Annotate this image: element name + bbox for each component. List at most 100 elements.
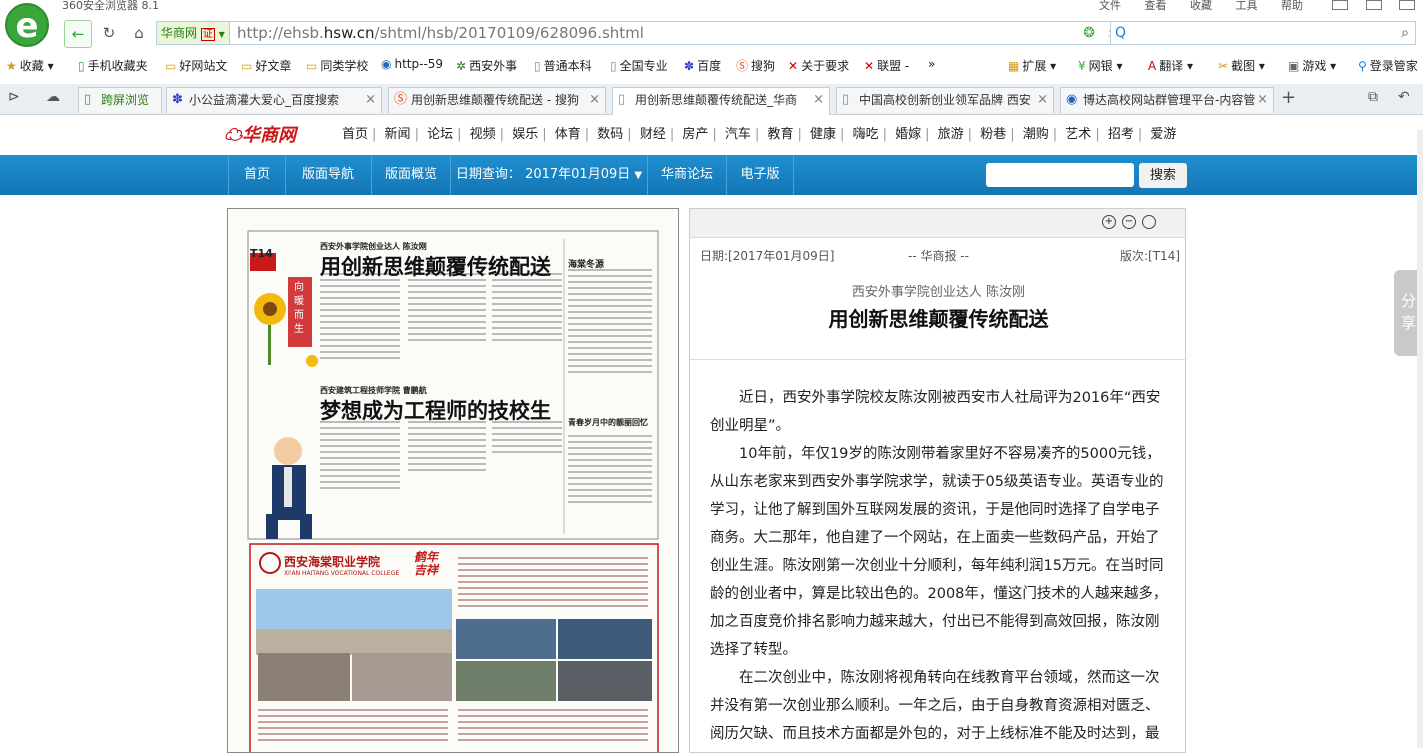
topnav-item[interactable]: 健康 [806, 123, 840, 142]
url-text[interactable]: http://ehsb.hsw.cn/shtml/hsb/20170109/62… [237, 22, 644, 44]
close-tab-icon[interactable]: × [813, 88, 824, 112]
search-engine-icon[interactable]: Q [1115, 25, 1126, 41]
article-headline: 用创新思维颠覆传统配送 [828, 307, 1049, 331]
site-search-button[interactable]: 搜索 [1139, 163, 1187, 188]
bookmark-http[interactable]: ◉ http--59 [381, 57, 443, 71]
bookmark-xisu[interactable]: ✲ 西安外事 [456, 57, 517, 74]
menu-favorites[interactable]: 收藏 [1190, 0, 1212, 12]
more-bookmarks-icon[interactable]: » [928, 57, 935, 71]
gamepad-icon: ▣ [1288, 59, 1300, 73]
undo-close-icon[interactable]: ↶ [1398, 89, 1410, 105]
nav-date-picker[interactable]: 日期查询： 2017年01月09日 ▼ [451, 155, 648, 195]
minimize-button[interactable] [1332, 0, 1348, 10]
zoom-out-icon[interactable]: − [1122, 215, 1136, 229]
page-scrollbar[interactable] [1417, 130, 1423, 748]
tab-active-article[interactable]: ▯ 用创新思维颠覆传统配送_华商 × [612, 87, 830, 115]
tab-sogou[interactable]: Ⓢ 用创新思维颠覆传统配送 - 搜狗 × [388, 87, 606, 113]
bookmark-baidu[interactable]: ✽ 百度 [684, 57, 721, 74]
topnav-item[interactable]: 娱乐 [508, 123, 542, 142]
chevron-down-icon: ▼ [218, 30, 225, 39]
topnav-item[interactable]: 嗨吃 [849, 123, 883, 142]
article-paragraph: 10年前，年仅19岁的陈汝刚带着家里好不容易凑齐的5000元钱，从山东老家来到西… [710, 446, 1168, 658]
tab-boda[interactable]: ◉ 博达高校网站群管理平台-内容管 × [1060, 87, 1274, 113]
topnav-item[interactable]: 婚嫁 [891, 123, 925, 142]
page-icon: ▯ [610, 59, 617, 73]
college-name: 西安海棠职业学院 [284, 555, 381, 569]
tab-list-icon[interactable]: ⧉ [1368, 89, 1378, 105]
browser-logo-icon: e [5, 3, 49, 47]
home-button[interactable]: ⌂ [126, 20, 152, 46]
tab-cross-screen[interactable]: ▯ 跨屏浏览 [78, 87, 162, 113]
cloud-icon[interactable]: ☁ [46, 89, 60, 105]
nav-layout[interactable]: 版面导航 ▼ [285, 155, 372, 204]
zoom-in-icon[interactable]: + [1102, 215, 1116, 229]
refresh-button[interactable]: ↻ [96, 20, 122, 46]
extensions-button[interactable]: ▦ 扩展 ▾ [1008, 57, 1056, 74]
bookmark-alliance[interactable]: ✕ 联盟 - [864, 57, 909, 74]
translate-button[interactable]: A 翻译 ▾ [1148, 57, 1193, 74]
site-search-input[interactable] [986, 163, 1134, 187]
bookmark-sogou[interactable]: Ⓢ 搜狗 [736, 57, 775, 74]
topnav-item[interactable]: 艺术 [1061, 123, 1095, 142]
site-logo[interactable]: ☁华商网 [224, 121, 296, 147]
close-tab-icon[interactable]: × [1257, 88, 1268, 112]
bookmark-folder-1[interactable]: ▭ 好网站文 [165, 57, 227, 74]
topnav-item[interactable]: 教育 [763, 123, 797, 142]
new-tab-button[interactable]: + [1281, 87, 1296, 108]
topnav-item[interactable]: 论坛 [423, 123, 457, 142]
menu-help[interactable]: 帮助 [1281, 0, 1303, 12]
sidebar-toggle-icon[interactable]: ⊳ [8, 89, 20, 105]
search-box[interactable]: Q ⌕ [1110, 21, 1416, 45]
screenshot-button[interactable]: ✂ 截图 ▾ [1218, 57, 1265, 74]
nav-overview[interactable]: 版面概览 [372, 155, 451, 195]
bookmark-undergrad[interactable]: ▯ 普通本科 [534, 57, 592, 74]
topnav-item[interactable]: 旅游 [934, 123, 968, 142]
topnav-item[interactable]: 视频 [466, 123, 500, 142]
bookmark-folder-3[interactable]: ▭ 同类学校 [306, 57, 368, 74]
menu-tools[interactable]: 工具 [1236, 0, 1258, 12]
nav-epaper[interactable]: 电子版 [727, 155, 794, 195]
topnav-item[interactable]: 汽车 [721, 123, 755, 142]
reset-zoom-icon[interactable] [1142, 215, 1156, 229]
nav-forum[interactable]: 华商论坛 [648, 155, 727, 195]
paw-icon: ✽ [684, 59, 695, 73]
topnav-item[interactable]: 潮购 [1019, 123, 1053, 142]
maximize-button[interactable] [1365, 0, 1382, 10]
topnav-item[interactable]: 房产 [678, 123, 712, 142]
phone-icon: ▯ [84, 92, 92, 107]
back-button[interactable]: ← [64, 20, 92, 48]
topnav-item[interactable]: 新闻 [381, 123, 415, 142]
search-icon[interactable]: ⌕ [1401, 22, 1409, 44]
close-tab-icon[interactable]: × [365, 88, 376, 112]
menu-view[interactable]: 查看 [1145, 0, 1167, 12]
close-tab-icon[interactable]: × [1037, 88, 1048, 112]
search-input[interactable]: Q [1115, 22, 1126, 44]
compat-mode-icon[interactable]: ❂ [1083, 22, 1095, 44]
bookmark-folder-2[interactable]: ▭ 好文章 [241, 57, 291, 74]
bookmark-mobile[interactable]: ▯ 手机收藏夹 [78, 57, 148, 74]
games-button[interactable]: ▣ 游戏 ▾ [1288, 57, 1336, 74]
nav-home[interactable]: 首页 [228, 155, 286, 195]
close-tab-icon[interactable]: × [589, 88, 600, 112]
topnav-item[interactable]: 财经 [636, 123, 670, 142]
address-bar[interactable]: 华商网 证 ▼ http://ehsb.hsw.cn/shtml/hsb/201… [156, 21, 1150, 45]
newspaper-page-image[interactable]: T14 西安外事学院创业达人 陈汝刚 用创新思维颠覆传统配送 向暖而生 西安建筑… [227, 208, 679, 753]
grid-icon: ▦ [1008, 59, 1020, 73]
topnav-item[interactable]: 数码 [593, 123, 627, 142]
menu-file[interactable]: 文件 [1099, 0, 1121, 12]
tab-baidu-search[interactable]: ✽ 小公益滴灌大爱心_百度搜索 × [166, 87, 382, 113]
close-window-button[interactable] [1399, 0, 1415, 10]
topnav-item[interactable]: 粉巷 [976, 123, 1010, 142]
topnav-item[interactable]: 首页 [338, 123, 372, 142]
bookmark-requirements[interactable]: ✕ 关于要求 [788, 57, 849, 74]
tab-china-college[interactable]: ▯ 中国高校创新创业领军品牌 西安 × [836, 87, 1054, 113]
login-manager-button[interactable]: ⚲ 登录管家 [1358, 57, 1418, 74]
bank-button[interactable]: ¥ 网银 ▾ [1078, 57, 1123, 74]
bookmark-favorites[interactable]: ★ 收藏 ▾ [6, 57, 54, 74]
topnav-item[interactable]: 体育 [551, 123, 585, 142]
security-cert-badge[interactable]: 华商网 证 ▼ [157, 22, 230, 44]
topnav-item[interactable]: 爱游 [1146, 123, 1180, 142]
bookmark-majors[interactable]: ▯ 全国专业 [610, 57, 668, 74]
site-header: ☁华商网 首页 | 新闻 | 论坛 | 视频 | 娱乐 | 体育 | 数码 | 财经 | 房产 |… [0, 115, 1423, 155]
topnav-item[interactable]: 招考 [1104, 123, 1138, 142]
